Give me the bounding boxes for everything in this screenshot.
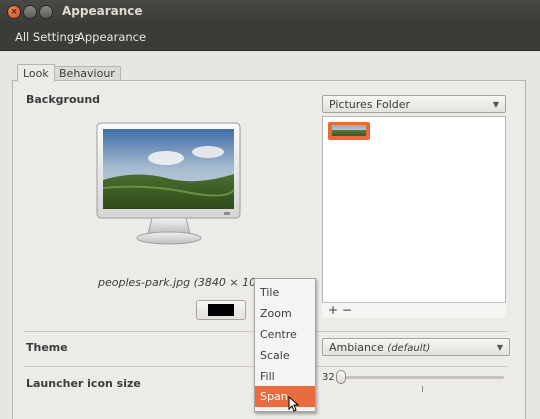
tab-look[interactable]: Look	[17, 64, 55, 82]
menu-item-centre[interactable]: Centre	[255, 324, 315, 345]
chevron-down-icon: ▼	[492, 100, 499, 109]
all-settings-button[interactable]: All Settings	[15, 30, 80, 44]
menu-item-scale[interactable]: Scale	[255, 345, 315, 366]
wallpaper-list[interactable]	[322, 116, 506, 318]
monitor-icon	[96, 122, 241, 245]
mouse-pointer-icon	[288, 396, 300, 412]
toolbar: All Settings Appearance	[0, 24, 540, 51]
window-titlebar: × Appearance	[0, 0, 540, 24]
placement-menu: Tile Zoom Centre Scale Fill Span	[254, 278, 316, 412]
remove-wallpaper-button[interactable]: −	[342, 304, 352, 316]
theme-select[interactable]: Ambiance (default) ▼	[322, 338, 510, 356]
launcher-icon-size-heading: Launcher icon size	[26, 377, 141, 390]
breadcrumb-appearance[interactable]: Appearance	[77, 30, 146, 44]
background-source-value: Pictures Folder	[329, 98, 411, 111]
launcher-icon-size-slider[interactable]	[338, 376, 504, 379]
slider-tick	[422, 386, 423, 392]
background-heading: Background	[26, 93, 101, 106]
divider	[24, 366, 254, 367]
window-title: Appearance	[62, 4, 143, 18]
theme-default-note: (default)	[387, 343, 431, 354]
wallpaper-thumbnail-image	[332, 125, 366, 136]
close-icon[interactable]: ×	[8, 6, 20, 18]
wallpaper-list-toolbar: + −	[322, 302, 506, 318]
tab-behaviour[interactable]: Behaviour	[53, 66, 121, 81]
add-wallpaper-button[interactable]: +	[328, 304, 338, 316]
menu-item-fill[interactable]: Fill	[255, 366, 315, 387]
divider	[24, 331, 254, 332]
chevron-down-icon: ▼	[496, 343, 503, 352]
divider	[316, 366, 508, 367]
maximize-icon[interactable]	[40, 6, 52, 18]
color-swatch	[208, 304, 234, 316]
background-source-select[interactable]: Pictures Folder ▼	[322, 95, 506, 113]
theme-heading: Theme	[26, 341, 68, 354]
minimize-icon[interactable]	[24, 6, 36, 18]
theme-value: Ambiance	[329, 341, 384, 354]
divider	[316, 331, 508, 332]
slider-handle[interactable]	[336, 370, 346, 384]
launcher-icon-size-value: 32	[322, 372, 335, 383]
wallpaper-caption: peoples-park.jpg (3840 × 1080)	[98, 276, 275, 289]
menu-item-zoom[interactable]: Zoom	[255, 303, 315, 324]
menu-item-tile[interactable]: Tile	[255, 282, 315, 303]
menu-item-span[interactable]: Span	[255, 386, 315, 407]
wallpaper-thumbnail-selected[interactable]	[328, 122, 370, 140]
color-button[interactable]	[196, 300, 246, 320]
